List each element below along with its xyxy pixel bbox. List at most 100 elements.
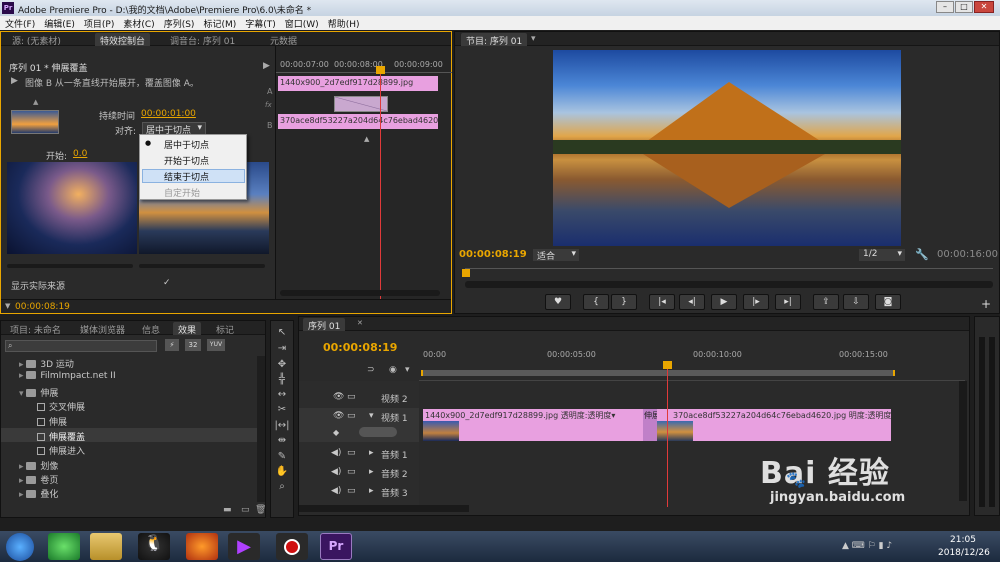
menu-edit[interactable]: 编辑(E): [39, 16, 79, 30]
mark-out-icon[interactable]: }: [611, 294, 637, 310]
menu-sequence[interactable]: 序列(S): [159, 16, 199, 30]
window-controls[interactable]: – □ ✕: [936, 1, 996, 15]
delete-icon[interactable]: 🗑: [255, 505, 266, 515]
tab-effect-controls[interactable]: 特效控制台: [95, 33, 151, 47]
hand-tool-icon[interactable]: ✋: [273, 466, 291, 480]
zoom-tool-icon[interactable]: ⌕: [273, 481, 291, 495]
tab-effects[interactable]: 效果: [173, 322, 202, 336]
play-icon[interactable]: ▶: [711, 294, 737, 310]
slide-tool-icon[interactable]: ⇹: [273, 435, 291, 449]
tab-audio-mixer[interactable]: 调音台: 序列 01: [165, 33, 240, 47]
mini-clip-a[interactable]: 1440x900_2d7edf917d28899.jpg: [278, 76, 438, 91]
tab-program[interactable]: 节目: 序列 01: [461, 33, 528, 47]
tab-info[interactable]: 信息: [137, 322, 165, 336]
camtasia-icon[interactable]: ▶: [228, 533, 260, 560]
program-menu-chevron-icon[interactable]: ▾: [531, 34, 536, 44]
tab-markers[interactable]: 标记: [211, 322, 239, 336]
menu-help[interactable]: 帮助(H): [323, 16, 364, 30]
program-timecode[interactable]: 00:00:08:19: [459, 249, 527, 260]
mini-scrollbar[interactable]: [280, 290, 440, 296]
tree-item-iris[interactable]: ▸ 划像: [19, 459, 58, 473]
timeline-clip-2[interactable]: 370ace8df53227a204d64c76ebad4620.jpg 明度:…: [657, 409, 891, 441]
rolling-edit-tool-icon[interactable]: ╬: [273, 374, 291, 388]
timeline-clip-1[interactable]: 1440x900_2d7edf917d28899.jpg 透明度:透明度▾: [423, 409, 655, 441]
start-button-icon[interactable]: [6, 533, 34, 561]
slip-tool-icon[interactable]: |↔|: [273, 420, 291, 434]
razor-tool-icon[interactable]: ✂: [273, 404, 291, 418]
qq-icon[interactable]: 🐧: [138, 533, 170, 560]
tree-item-stretch-over[interactable]: 伸展覆盖: [37, 430, 85, 444]
tab-metadata[interactable]: 元数据: [265, 33, 302, 47]
add-marker-icon[interactable]: ◉: [389, 365, 397, 375]
footer-timecode[interactable]: 00:00:08:19: [15, 302, 70, 312]
tree-item-cross-stretch[interactable]: 交叉伸展: [37, 400, 85, 414]
pen-tool-icon[interactable]: ✎: [273, 451, 291, 465]
start-value[interactable]: 0.0: [73, 149, 87, 159]
timeline-scrollbar[interactable]: [959, 381, 967, 501]
tree-item-3d-motion[interactable]: ▸ 3D 运动: [19, 357, 74, 371]
show-actual-sources-checkbox[interactable]: ✓: [163, 278, 171, 288]
play-transition-icon[interactable]: ▶: [11, 76, 18, 86]
menu-clip[interactable]: 素材(C): [118, 16, 158, 30]
ripple-edit-tool-icon[interactable]: ✥: [273, 359, 291, 373]
lift-icon[interactable]: ⇪: [813, 294, 839, 310]
mini-playhead[interactable]: [380, 66, 381, 299]
expand-arrow-icon[interactable]: ▶: [263, 61, 270, 71]
tree-item-filmimpact[interactable]: ▸ FilmImpact.net II: [19, 371, 116, 385]
premiere-taskbar-icon[interactable]: Pr: [320, 533, 352, 560]
tab-sequence[interactable]: 序列 01: [303, 318, 346, 332]
new-item-icon[interactable]: ▭: [241, 505, 250, 515]
duration-value[interactable]: 00:00:01:00: [141, 109, 196, 119]
tree-item-stretch-in[interactable]: 伸展进入: [37, 444, 85, 458]
menu-window[interactable]: 窗口(W): [280, 16, 323, 30]
new-bin-icon[interactable]: ▬: [223, 505, 232, 515]
tab-media-browser[interactable]: 媒体浏览器: [75, 322, 130, 336]
effects-search-input[interactable]: ⌕: [5, 340, 157, 352]
selection-tool-icon[interactable]: ↖: [273, 327, 291, 341]
track-audio-2[interactable]: ◀) ▭ ▸ 音频 2: [299, 464, 419, 482]
track-select-tool-icon[interactable]: ⇥: [273, 343, 291, 357]
tray-icons[interactable]: ▲ ⌨ ⚐ ▮ ♪: [842, 541, 892, 551]
tab-source[interactable]: 源: (无素材): [7, 33, 66, 47]
yuv-effects-badge[interactable]: YUV: [207, 339, 225, 351]
resolution-select[interactable]: 1/2 ▾: [859, 249, 905, 261]
tree-item-dissolve[interactable]: ▸ 叠化: [19, 487, 58, 501]
option-end-at-cut[interactable]: 结束于切点: [164, 170, 209, 183]
marker-icon[interactable]: ♥: [545, 294, 571, 310]
accelerated-effects-icon[interactable]: ⚡: [165, 339, 179, 351]
go-to-in-icon[interactable]: |◂: [649, 294, 675, 310]
camera-icon[interactable]: ◙: [875, 294, 901, 310]
360-browser-icon[interactable]: [48, 533, 80, 560]
track-video-2[interactable]: 👁 ▭ 视频 2: [299, 389, 419, 407]
option-center-at-cut[interactable]: 居中于切点: [164, 138, 209, 151]
start-slider[interactable]: [7, 264, 133, 268]
fit-select[interactable]: 适合 ▾: [533, 249, 579, 262]
minimize-icon[interactable]: –: [936, 1, 954, 13]
32bit-effects-badge[interactable]: 32: [185, 339, 201, 351]
firefox-icon[interactable]: [186, 533, 218, 560]
close-icon[interactable]: ✕: [974, 1, 994, 13]
rate-stretch-tool-icon[interactable]: ↔: [273, 389, 291, 403]
end-slider[interactable]: [139, 264, 265, 268]
tree-item-page-peel[interactable]: ▸ 卷页: [19, 473, 58, 487]
track-video-1[interactable]: 👁 ▭ ▾ 视频 1 ◆: [299, 408, 419, 442]
tree-item-stretch[interactable]: 伸展: [37, 415, 67, 429]
program-zoom-bar[interactable]: [465, 281, 993, 288]
effects-scrollbar[interactable]: [257, 356, 265, 502]
timeline-marker-icon[interactable]: ▾: [405, 365, 410, 375]
file-explorer-icon[interactable]: [90, 533, 122, 560]
menu-project[interactable]: 项目(P): [79, 16, 118, 30]
timeline-playhead-handle[interactable]: [663, 361, 672, 369]
recorder-icon[interactable]: [276, 533, 308, 560]
extract-icon[interactable]: ⇩: [843, 294, 869, 310]
wrench-icon[interactable]: 🔧: [915, 248, 929, 261]
program-playhead-handle[interactable]: [462, 269, 470, 277]
menu-file[interactable]: 文件(F): [0, 16, 39, 30]
snap-icon[interactable]: ⊃: [367, 365, 375, 375]
go-to-out-icon[interactable]: ▸|: [775, 294, 801, 310]
close-tab-icon[interactable]: ✕: [357, 319, 363, 327]
timeline-timecode[interactable]: 00:00:08:19: [323, 341, 397, 354]
option-start-at-cut[interactable]: 开始于切点: [164, 154, 209, 167]
timeline-playhead[interactable]: [667, 363, 668, 507]
mini-playhead-handle[interactable]: [376, 66, 385, 74]
